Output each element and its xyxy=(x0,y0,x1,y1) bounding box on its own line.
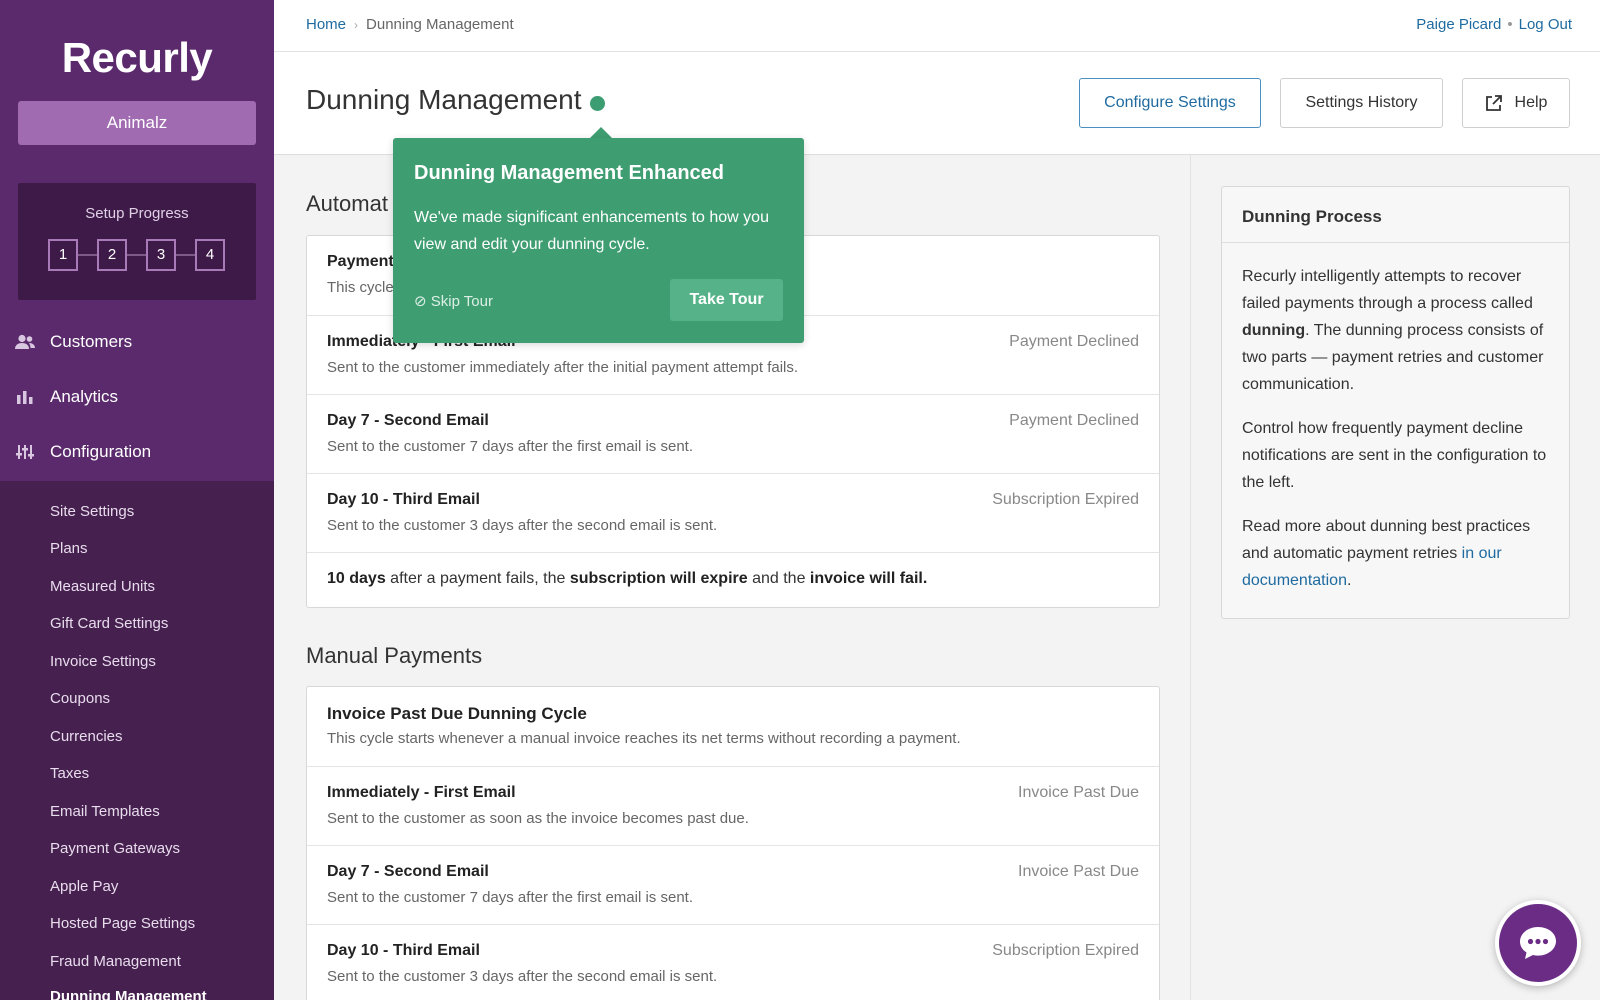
setup-step-3[interactable]: 3 xyxy=(146,239,176,271)
list-item: Day 7 - Second Email Sent to the custome… xyxy=(307,395,1159,474)
nav-item-customers[interactable]: Customers xyxy=(0,322,274,362)
automatic-payments-title: Automat xyxy=(306,191,388,216)
setup-step-1[interactable]: 1 xyxy=(48,239,78,271)
help-button[interactable]: Help xyxy=(1462,78,1570,128)
skip-tour-link[interactable]: ⊘ Skip Tour xyxy=(414,292,493,310)
nav-label: Configuration xyxy=(50,442,152,461)
separator-dot: • xyxy=(1507,16,1513,33)
nav-label: Customers xyxy=(50,332,133,351)
users-icon xyxy=(0,334,50,350)
setup-steps: 1 2 3 4 xyxy=(48,239,225,271)
setup-step-2[interactable]: 2 xyxy=(97,239,127,271)
tour-body: We've made significant enhancements to h… xyxy=(414,209,769,253)
configure-settings-button[interactable]: Configure Settings xyxy=(1079,78,1261,128)
breadcrumb-separator-icon: › xyxy=(354,18,359,32)
sidebar-item-site-settings[interactable]: Site Settings xyxy=(50,503,134,520)
status-label: Subscription Expired xyxy=(992,942,1139,959)
panel-paragraph: Control how frequently payment decline n… xyxy=(1242,420,1547,491)
step-title: Day 10 - Third Email xyxy=(327,942,480,959)
nav-item-analytics[interactable]: Analytics xyxy=(0,377,274,417)
sidebar-item-fraud-management[interactable]: Fraud Management xyxy=(50,953,181,970)
cycle-title: Payment xyxy=(327,253,394,270)
sidebar-item-invoice-settings[interactable]: Invoice Settings xyxy=(50,653,156,670)
step-description: Sent to the customer as soon as the invo… xyxy=(327,810,749,827)
breadcrumb-home-link[interactable]: Home xyxy=(306,16,346,33)
cycle-title: Invoice Past Due Dunning Cycle xyxy=(327,704,587,723)
chat-launcher-button[interactable] xyxy=(1495,900,1581,986)
settings-history-button[interactable]: Settings History xyxy=(1280,78,1443,128)
help-label: Help xyxy=(1514,94,1548,111)
sidebar-item-measured-units[interactable]: Measured Units xyxy=(50,578,155,595)
sidebar-item-currencies[interactable]: Currencies xyxy=(50,728,123,745)
recurly-logo[interactable]: Recurly xyxy=(0,34,274,82)
sidebar-item-apple-pay[interactable]: Apple Pay xyxy=(50,878,118,895)
nav-label: Analytics xyxy=(50,387,119,406)
status-label: Invoice Past Due xyxy=(1018,863,1139,880)
page-title: Dunning Management xyxy=(306,84,582,115)
status-label: Invoice Past Due xyxy=(1018,784,1139,801)
manual-dunning-card: Invoice Past Due Dunning Cycle This cycl… xyxy=(306,686,1160,1000)
sidebar: Recurly Animalz Setup Progress 1 2 3 4 C… xyxy=(0,0,274,1000)
manual-payments-title: Manual Payments xyxy=(306,643,483,668)
panel-title: Dunning Process xyxy=(1222,187,1569,243)
step-description: Sent to the customer 7 days after the fi… xyxy=(327,889,693,906)
summary-row: 10 days after a payment fails, the subsc… xyxy=(307,553,1159,607)
cycle-header-row: Invoice Past Due Dunning Cycle This cycl… xyxy=(307,687,1159,767)
setup-progress-title: Setup Progress xyxy=(85,205,189,222)
nav-item-configuration[interactable]: Configuration xyxy=(0,432,274,472)
cycle-description: This cycle xyxy=(327,279,394,296)
step-title: Day 10 - Third Email xyxy=(327,491,480,508)
user-menu: Paige Picard • Log Out xyxy=(1416,16,1572,33)
tooltip-arrow xyxy=(590,127,612,138)
sidebar-item-taxes[interactable]: Taxes xyxy=(50,765,89,782)
step-description: Sent to the customer 3 days after the se… xyxy=(327,517,718,534)
sidebar-item-plans[interactable]: Plans xyxy=(50,540,88,557)
tour-hotspot-icon[interactable] xyxy=(590,96,605,111)
sidebar-item-gift-card-settings[interactable]: Gift Card Settings xyxy=(50,615,168,632)
tour-tooltip: Dunning Management Enhanced We've made s… xyxy=(393,138,804,343)
cycle-description: This cycle starts whenever a manual invo… xyxy=(327,730,961,747)
breadcrumb: Home › Dunning Management xyxy=(306,16,514,33)
step-description: Sent to the customer 7 days after the fi… xyxy=(327,438,693,455)
setup-step-4[interactable]: 4 xyxy=(195,239,225,271)
step-divider xyxy=(176,254,195,256)
take-tour-button[interactable]: Take Tour xyxy=(670,279,783,321)
sidebar-item-coupons[interactable]: Coupons xyxy=(50,690,110,707)
step-divider xyxy=(78,254,97,256)
panel-body: Recurly intelligently attempts to recove… xyxy=(1222,243,1569,594)
bar-chart-icon xyxy=(0,389,50,405)
step-description: Sent to the customer 3 days after the se… xyxy=(327,968,718,985)
step-title: Day 7 - Second Email xyxy=(327,412,489,429)
breadcrumb-current: Dunning Management xyxy=(366,16,514,33)
status-label: Payment Declined xyxy=(1009,333,1139,350)
sidebar-item-email-templates[interactable]: Email Templates xyxy=(50,803,160,820)
sidebar-item-payment-gateways[interactable]: Payment Gateways xyxy=(50,840,180,857)
sliders-icon xyxy=(0,444,50,460)
step-title: Immediately - First Email xyxy=(327,784,516,801)
sidebar-item-dunning-management[interactable]: Dunning Management xyxy=(50,988,207,1000)
list-item: Immediately - First Email Sent to the cu… xyxy=(307,767,1159,846)
external-link-icon xyxy=(1485,94,1503,112)
tour-title: Dunning Management Enhanced xyxy=(414,162,725,184)
panel-paragraph: Recurly intelligently attempts to recove… xyxy=(1242,268,1544,393)
user-profile-link[interactable]: Paige Picard xyxy=(1416,16,1501,33)
list-item: Day 10 - Third Email Sent to the custome… xyxy=(307,474,1159,553)
list-item: Day 7 - Second Email Sent to the custome… xyxy=(307,846,1159,925)
summary-text: 10 days after a payment fails, the subsc… xyxy=(327,570,928,587)
step-divider xyxy=(127,254,146,256)
dunning-process-panel: Dunning Process Recurly intelligently at… xyxy=(1221,186,1570,619)
status-label: Subscription Expired xyxy=(992,491,1139,508)
account-switcher-button[interactable]: Animalz xyxy=(18,101,256,145)
panel-paragraph: Read more about dunning best practices a… xyxy=(1242,518,1531,589)
sidebar-item-hosted-page-settings[interactable]: Hosted Page Settings xyxy=(50,915,195,932)
step-description: Sent to the customer immediately after t… xyxy=(327,359,799,376)
setup-progress[interactable]: Setup Progress 1 2 3 4 xyxy=(18,183,256,300)
list-item: Day 10 - Third Email Sent to the custome… xyxy=(307,925,1159,1000)
logout-link[interactable]: Log Out xyxy=(1519,16,1572,33)
step-title: Day 7 - Second Email xyxy=(327,863,489,880)
top-bar: Home › Dunning Management Paige Picard • Log… xyxy=(274,0,1600,52)
chat-bubble-icon xyxy=(1518,925,1558,961)
status-label: Payment Declined xyxy=(1009,412,1139,429)
